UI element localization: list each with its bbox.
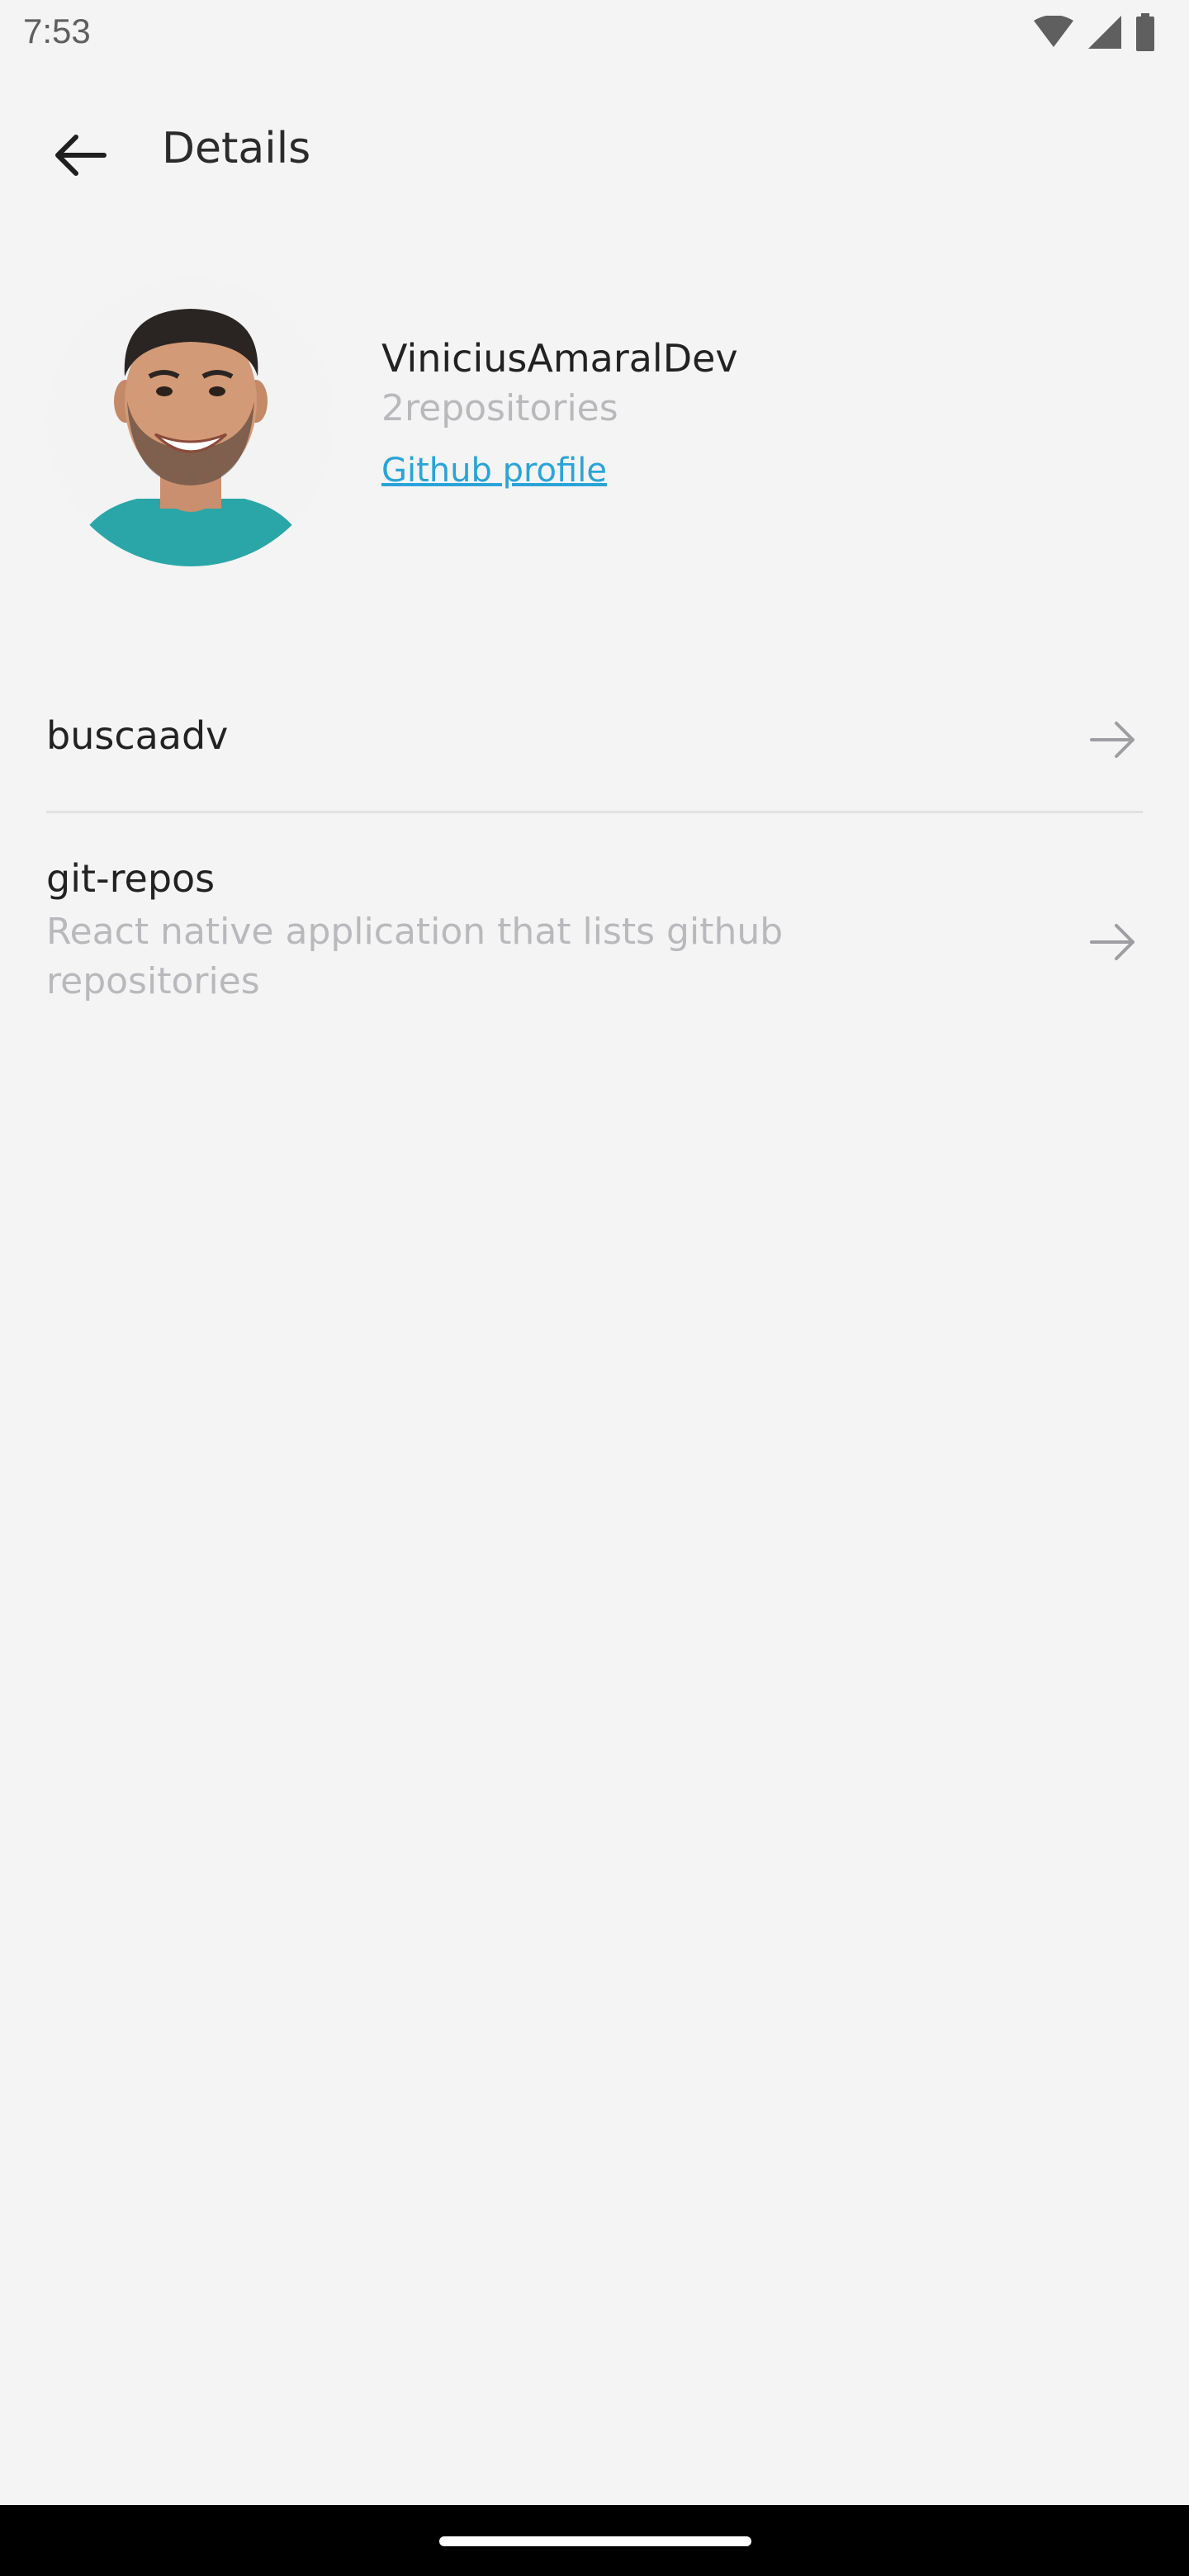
navigation-bar — [0, 2505, 1189, 2576]
repository-name: buscaadv — [46, 713, 229, 758]
user-avatar-photo — [46, 277, 335, 566]
profile-name: ViniciusAmaralDev — [381, 336, 738, 381]
status-bar: 7:53 — [0, 0, 1189, 69]
arrow-right-icon — [1087, 916, 1139, 968]
github-profile-link[interactable]: Github profile — [381, 452, 607, 490]
back-button[interactable] — [40, 117, 119, 197]
repositories-count: 2repositories — [381, 386, 618, 429]
app-header: Details — [0, 107, 1189, 198]
status-time: 7:53 — [23, 12, 91, 50]
cellular-signal-icon — [1087, 14, 1123, 54]
repository-item[interactable]: buscaadv — [46, 652, 1143, 813]
page-title: Details — [162, 124, 311, 173]
arrow-left-icon — [51, 132, 107, 182]
status-icons — [1032, 13, 1156, 54]
repository-list: buscaadv git-repos React native applicat… — [46, 652, 1143, 1028]
repository-description: React native application that lists gith… — [46, 911, 784, 1002]
repository-name: git-repos — [46, 856, 216, 901]
repository-item[interactable]: git-repos React native application that … — [46, 813, 1143, 1028]
profile-section: ViniciusAmaralDev 2repositories Github p… — [0, 277, 1189, 571]
home-indicator[interactable] — [439, 2536, 751, 2546]
wifi-icon — [1032, 15, 1075, 52]
battery-icon — [1135, 13, 1156, 54]
avatar — [46, 277, 335, 566]
profile-info: ViniciusAmaralDev 2repositories Github p… — [381, 335, 1125, 490]
arrow-right-icon — [1087, 713, 1139, 766]
